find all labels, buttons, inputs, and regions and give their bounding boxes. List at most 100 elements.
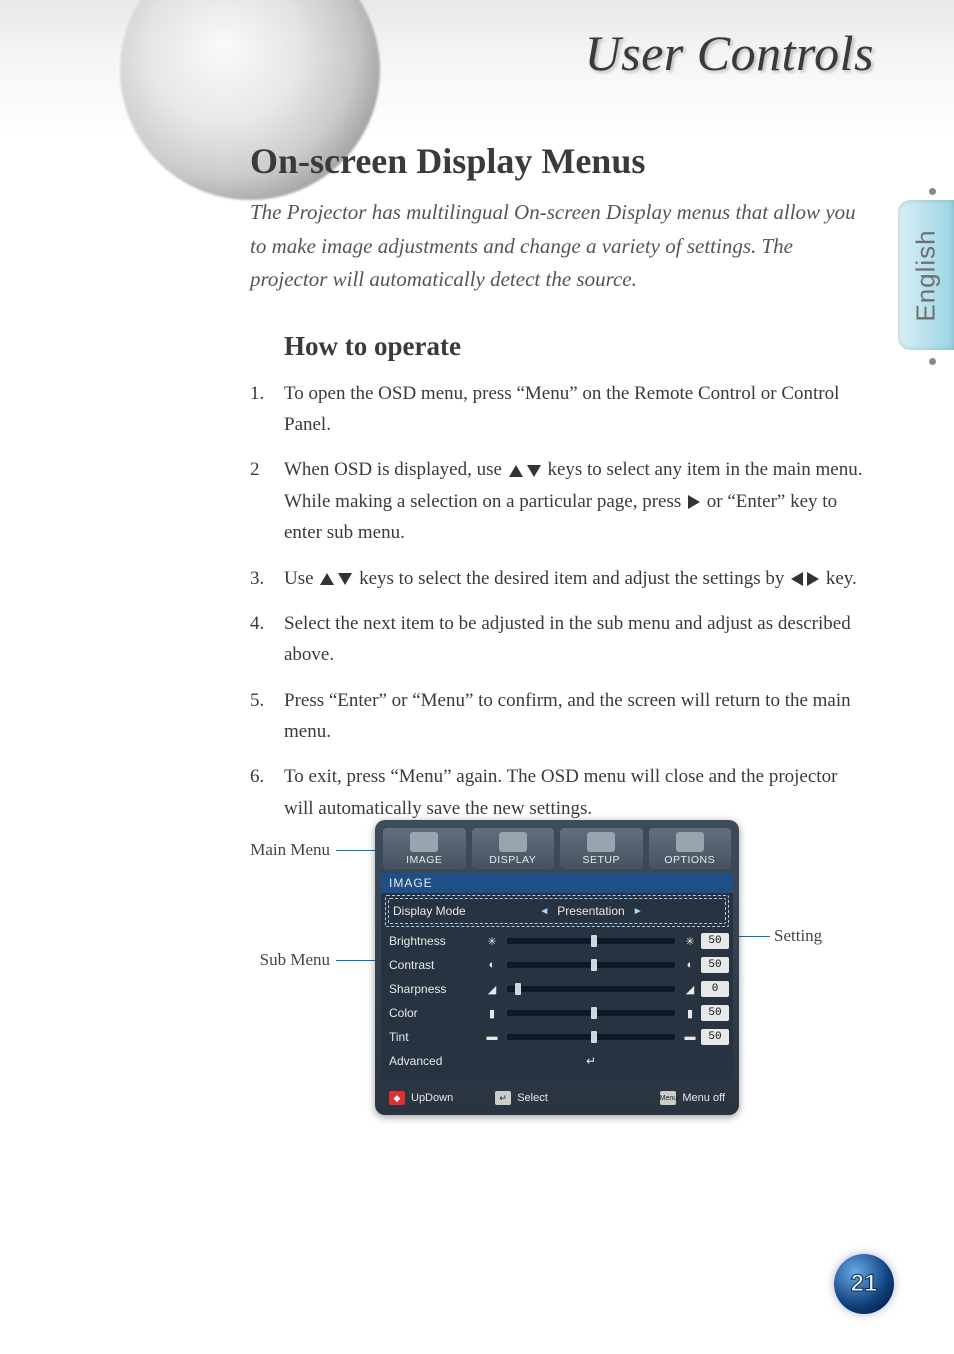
- step-item: 5.Press “Enter” or “Menu” to confirm, an…: [250, 685, 870, 748]
- slider-value: 50: [701, 957, 729, 973]
- down-arrow-icon: [338, 573, 352, 585]
- osd-select-value[interactable]: ◄ Presentation ►: [489, 904, 693, 918]
- osd-row-brightness[interactable]: Brightness✳✳50: [385, 929, 729, 953]
- step-number: 4.: [250, 608, 264, 639]
- step-text: To exit, press “Menu” again. The OSD men…: [284, 766, 837, 818]
- step-number: 5.: [250, 685, 264, 716]
- image-tab-icon: [410, 832, 438, 852]
- banner-title: User Controls: [585, 24, 874, 82]
- right-arrow-icon[interactable]: ►: [633, 906, 643, 917]
- language-label: English: [911, 229, 942, 321]
- left-arrow-icon[interactable]: ◄: [539, 906, 549, 917]
- osd-active-header: IMAGE: [381, 873, 733, 893]
- setup-tab-icon: [587, 832, 615, 852]
- slider-thumb[interactable]: [591, 935, 597, 947]
- right-arrow-icon: [807, 572, 819, 586]
- page-number-badge: 21: [834, 1254, 894, 1314]
- banner: User Controls: [0, 0, 954, 140]
- osd-tab-label: DISPLAY: [472, 854, 555, 866]
- dot-icon: [929, 188, 936, 195]
- up-arrow-icon: [509, 465, 523, 477]
- osd-row-display-mode[interactable]: Display Mode ◄ Presentation ►: [389, 899, 725, 923]
- osd-footer: ◆ UpDown ↵ Select Menu Menu off: [381, 1079, 733, 1109]
- osd-row-color[interactable]: Color▮▮50: [385, 1001, 729, 1025]
- footer-updown: UpDown: [411, 1092, 453, 1104]
- step-item: 2 When OSD is displayed, use keys to sele…: [250, 454, 870, 548]
- osd-tab-label: IMAGE: [383, 854, 466, 866]
- callout-line: [738, 936, 770, 937]
- callout-line: [336, 850, 376, 851]
- step-number: 6.: [250, 761, 264, 792]
- content: On-screen Display Menus The Projector ha…: [250, 140, 870, 838]
- enter-icon[interactable]: ↵: [485, 1054, 697, 1068]
- select-icon: ↵: [495, 1091, 511, 1105]
- step-text: Use keys to select the desired item and …: [284, 568, 857, 589]
- section-heading: How to operate: [284, 331, 870, 362]
- step-item: 1.To open the OSD menu, press “Menu” on …: [250, 378, 870, 441]
- osd-row-advanced[interactable]: Advanced ↵: [385, 1049, 729, 1073]
- footer-menu-off: Menu off: [682, 1092, 725, 1104]
- step-number: 3.: [250, 563, 264, 594]
- osd-tab-display[interactable]: DISPLAY: [472, 828, 555, 869]
- slider-track[interactable]: [507, 962, 675, 968]
- osd-row-label: Contrast: [385, 958, 481, 972]
- osd-body: Display Mode ◄ Presentation ► Brightness ✳ ✳ 50…: [381, 893, 733, 1079]
- slider-track[interactable]: [507, 1034, 675, 1040]
- page-title: On-screen Display Menus: [250, 140, 870, 182]
- down-arrow-icon: [527, 465, 541, 477]
- slider-high-icon: ◐: [683, 958, 697, 972]
- osd-row-tint[interactable]: Tint▬▬50: [385, 1025, 729, 1049]
- select-value: Presentation: [557, 904, 624, 918]
- slider-track[interactable]: [507, 938, 675, 944]
- right-arrow-icon: [688, 495, 700, 509]
- step-item: 6. To exit, press “Menu” again. The OSD m…: [250, 761, 870, 824]
- slider-value: 0: [701, 981, 729, 997]
- osd-row-label: Color: [385, 1006, 481, 1020]
- page-number: 21: [851, 1270, 878, 1298]
- label-sub-menu: Sub Menu: [230, 950, 330, 970]
- label-main-menu: Main Menu: [230, 840, 330, 860]
- slider-high-icon: ✳: [683, 934, 697, 948]
- osd-row-label: Advanced: [385, 1054, 481, 1068]
- menu-key-icon: Menu: [660, 1091, 676, 1105]
- step-number: 1.: [250, 378, 264, 409]
- step-item: 3. Use keys to select the desired item an…: [250, 563, 870, 594]
- osd-tab-options[interactable]: OPTIONS: [649, 828, 732, 869]
- osd-row-contrast[interactable]: Contrast ◐ ◐ 50: [385, 953, 729, 977]
- osd-tab-label: OPTIONS: [649, 854, 732, 866]
- up-arrow-icon: [320, 573, 334, 585]
- slider-low-icon: ◐: [485, 958, 499, 972]
- submenu-highlight: Display Mode ◄ Presentation ►: [385, 895, 729, 927]
- slider-thumb[interactable]: [591, 959, 597, 971]
- slider-thumb[interactable]: [591, 1007, 597, 1019]
- slider-high-icon: ▬: [683, 1030, 697, 1044]
- display-tab-icon: [499, 832, 527, 852]
- step-number: 2: [250, 454, 260, 485]
- slider-high-icon: ◢: [683, 982, 697, 996]
- osd-row-label: Tint: [385, 1030, 481, 1044]
- osd-row-sharpness[interactable]: Sharpness ◢ ◢ 0: [385, 977, 729, 1001]
- osd-tab-label: SETUP: [560, 854, 643, 866]
- language-tab: English: [898, 200, 954, 350]
- osd-row-label: Display Mode: [389, 904, 485, 918]
- dot-icon: [929, 358, 936, 365]
- slider-thumb[interactable]: [515, 983, 521, 995]
- slider-track[interactable]: [507, 986, 675, 992]
- options-tab-icon: [676, 832, 704, 852]
- updown-icon: ◆: [389, 1091, 405, 1105]
- callout-line: [336, 960, 376, 961]
- slider-thumb[interactable]: [591, 1031, 597, 1043]
- step-text: When OSD is displayed, use keys to selec…: [284, 459, 862, 543]
- osd-tab-image[interactable]: IMAGE: [383, 828, 466, 869]
- osd-window: IMAGE DISPLAY SETUP OPTIONS IMAGE Display M…: [375, 820, 739, 1115]
- osd-tab-setup[interactable]: SETUP: [560, 828, 643, 869]
- slider-value: 50: [701, 1005, 729, 1021]
- osd-row-label: Sharpness: [385, 982, 481, 996]
- footer-select: Select: [517, 1092, 548, 1104]
- slider-track[interactable]: [507, 1010, 675, 1016]
- step-item: 4.Select the next item to be adjusted in…: [250, 608, 870, 671]
- slider-low-icon: ✳: [485, 934, 499, 948]
- osd-row-label: Brightness: [385, 934, 481, 948]
- slider-low-icon: ◢: [485, 982, 499, 996]
- slider-low-icon: ▬: [485, 1030, 499, 1044]
